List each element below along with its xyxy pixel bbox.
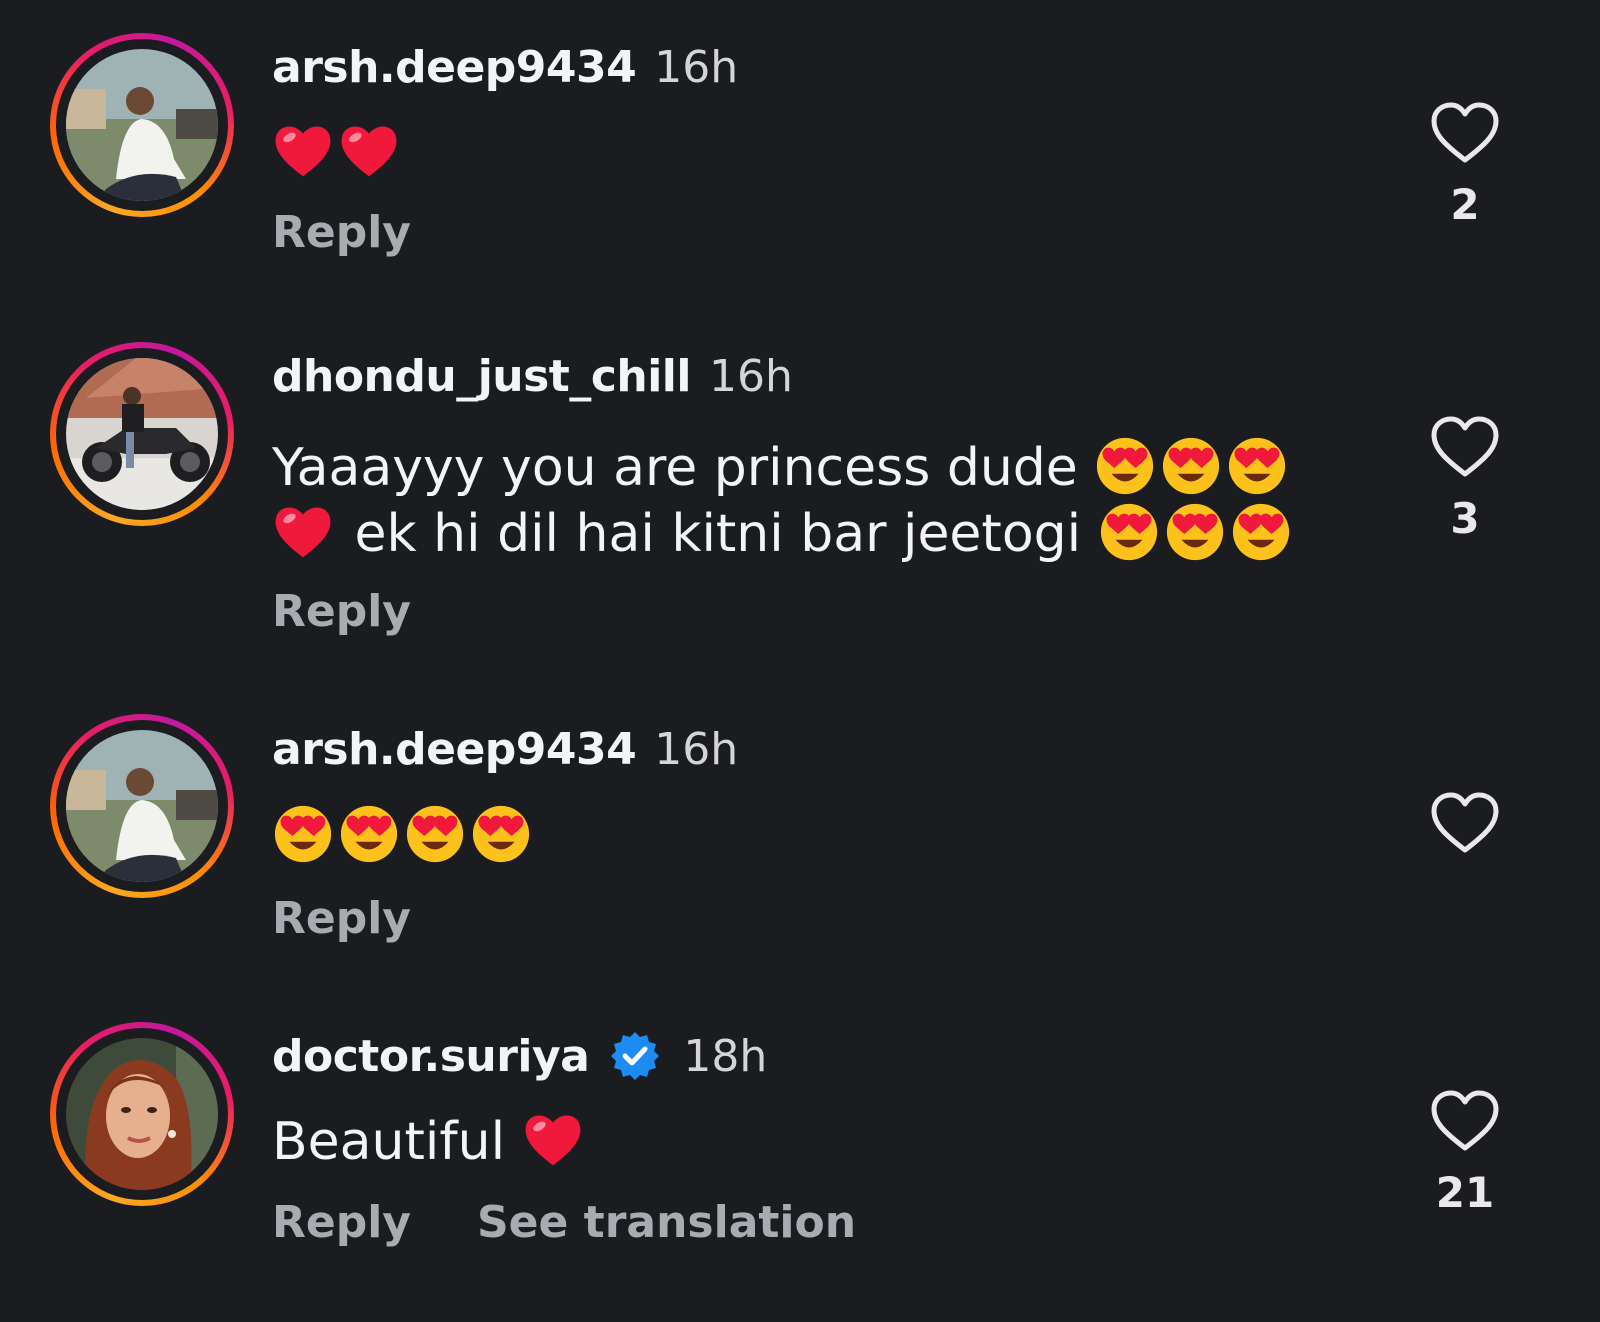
comment-header: arsh.deep9434 16h — [272, 719, 738, 779]
verified-badge-icon — [611, 1032, 660, 1080]
heart-eyes-icon — [1232, 503, 1289, 561]
timestamp: 18h — [683, 1030, 768, 1082]
comment-text: Yaaayyy you are princess dude ek hi dil … — [272, 435, 1352, 567]
comment-header: dhondu_just_chill 16h — [272, 346, 793, 406]
reply-button[interactable]: Reply — [272, 893, 411, 944]
username[interactable]: dhondu_just_chill — [272, 351, 691, 402]
motorcycle-avatar — [66, 358, 218, 510]
heart-outline-icon[interactable] — [1430, 1090, 1500, 1154]
comment-actions: Reply — [272, 581, 411, 641]
timestamp: 16h — [654, 41, 739, 93]
avatar[interactable] — [50, 33, 234, 217]
see-translation-button[interactable]: See translation — [477, 1197, 856, 1248]
like-count: 2 — [1450, 180, 1480, 229]
red-heart-icon — [341, 126, 397, 177]
like-count: 3 — [1450, 494, 1480, 543]
heart-eyes-icon — [274, 805, 332, 863]
woman-portrait-avatar — [66, 1038, 218, 1190]
man-seated-avatar — [66, 49, 218, 201]
heart-outline-icon[interactable] — [1430, 792, 1500, 856]
comment-text: Beautiful — [272, 1109, 1352, 1175]
red-heart-icon — [525, 1115, 580, 1166]
heart-eyes-icon — [1229, 437, 1286, 495]
like-container: 21 — [1410, 1090, 1520, 1217]
reply-button[interactable]: Reply — [272, 1197, 411, 1248]
heart-eyes-icon — [406, 805, 464, 863]
comments-list: arsh.deep9434 16h Reply 2 dhondu_just_ch… — [0, 0, 1600, 1322]
timestamp: 16h — [708, 350, 793, 402]
like-container: 3 — [1410, 416, 1520, 543]
avatar[interactable] — [50, 342, 234, 526]
heart-eyes-icon — [1100, 503, 1157, 561]
heart-eyes-icon — [1097, 437, 1154, 495]
reply-button[interactable]: Reply — [272, 586, 411, 637]
avatar[interactable] — [50, 714, 234, 898]
heart-eyes-icon — [472, 805, 530, 863]
heart-eyes-icon — [1166, 503, 1223, 561]
comment-line: Yaaayyy you are princess dude — [272, 435, 1352, 501]
comment-line: ek hi dil hai kitni bar jeetogi — [272, 501, 1352, 567]
heart-outline-icon[interactable] — [1430, 102, 1500, 166]
username[interactable]: arsh.deep9434 — [272, 724, 637, 775]
comment-header: doctor.suriya 18h — [272, 1026, 767, 1086]
man-seated-avatar — [66, 730, 218, 882]
heart-outline-icon[interactable] — [1430, 416, 1500, 480]
comment-text — [272, 120, 1352, 186]
avatar[interactable] — [50, 1022, 234, 1206]
comment-actions: Reply See translation — [272, 1192, 856, 1252]
red-heart-icon — [275, 126, 331, 177]
comment-header: arsh.deep9434 16h — [272, 37, 738, 97]
comment-actions: Reply — [272, 888, 411, 948]
like-container — [1410, 792, 1520, 870]
like-container: 2 — [1410, 102, 1520, 229]
heart-eyes-icon — [1163, 437, 1220, 495]
heart-eyes-icon — [340, 805, 398, 863]
username[interactable]: doctor.suriya — [272, 1031, 590, 1082]
username[interactable]: arsh.deep9434 — [272, 42, 637, 93]
like-count: 21 — [1435, 1168, 1495, 1217]
red-heart-icon — [275, 507, 331, 558]
comment-actions: Reply — [272, 202, 411, 262]
timestamp: 16h — [654, 723, 739, 775]
comment-text — [272, 803, 1352, 869]
reply-button[interactable]: Reply — [272, 207, 411, 258]
